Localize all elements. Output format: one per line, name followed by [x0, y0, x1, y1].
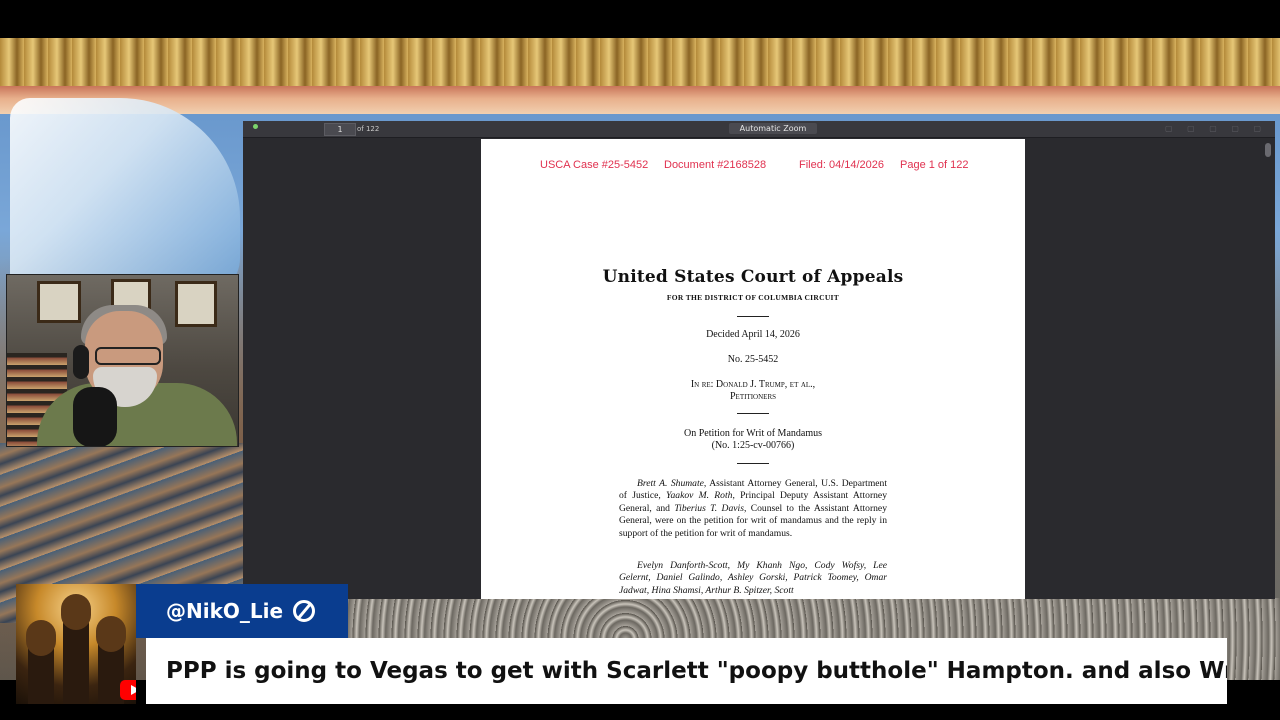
zoom-select[interactable]: Automatic Zoom	[729, 123, 817, 134]
pdf-toolbar: 1 of 122 Automatic Zoom ▢ ▢ ▢ ▢ ▢	[243, 121, 1275, 138]
divider	[737, 413, 769, 414]
wall-frame	[37, 281, 81, 323]
sidebar-toggle-icon[interactable]	[253, 124, 258, 129]
headphones-icon	[73, 345, 89, 379]
counsel-name: Tiberius T. Davis	[674, 502, 744, 514]
webcam-feed	[6, 274, 239, 447]
case-stamp: USCA Case #25-5452	[540, 159, 649, 171]
in-re-line: In re: Donald J. Trump, et al.,	[690, 379, 816, 390]
petition-title: On Petition for Writ of Mandamus	[683, 428, 822, 439]
page-count: of 122	[357, 125, 380, 133]
court-title: United States Court of Appeals	[602, 267, 904, 287]
pdf-viewer: 1 of 122 Automatic Zoom ▢ ▢ ▢ ▢ ▢ USCA C…	[243, 121, 1275, 599]
chat-username-tag: @NikO_Lie	[136, 584, 348, 638]
filed-stamp: Filed: 04/14/2026	[799, 159, 885, 171]
counsel-names: Evelyn Danforth-Scott, My Khanh Ngo, Cod…	[619, 560, 887, 596]
toolbar-tools-icon[interactable]: ▢ ▢ ▢ ▢ ▢	[1165, 124, 1267, 133]
ban-icon	[293, 599, 316, 622]
decided-date: Decided April 14, 2026	[706, 329, 800, 340]
scrollbar[interactable]	[1265, 143, 1271, 157]
divider	[737, 316, 769, 317]
painted-band	[0, 86, 1280, 114]
avatar-hair	[26, 620, 56, 656]
lower-court-number: (No. 1:25-cv-00766)	[711, 440, 795, 451]
pdf-page: USCA Case #25-5452 Document #2168528 Fil…	[481, 139, 1025, 599]
divider	[737, 463, 769, 464]
page-number-input[interactable]: 1	[324, 123, 356, 136]
gilded-frame	[0, 38, 1280, 89]
chat-avatar	[16, 584, 136, 704]
page-stamp: Page 1 of 122	[900, 159, 969, 171]
avatar-hair	[96, 616, 126, 652]
glasses	[95, 347, 161, 365]
document-stamp: Document #2168528	[664, 159, 767, 171]
chat-message: PPP is going to Vegas to get with Scarle…	[146, 638, 1227, 704]
painted-wing	[10, 98, 240, 298]
petitioners-line: Petitioners	[730, 391, 776, 402]
youtube-icon	[120, 680, 136, 700]
microphone-icon	[73, 387, 117, 446]
chat-username: @NikO_Lie	[166, 599, 284, 623]
counsel-paragraph-2: Evelyn Danforth-Scott, My Khanh Ngo, Cod…	[619, 560, 887, 597]
avatar-hair	[61, 594, 91, 630]
circuit-name: FOR THE DISTRICT OF COLUMBIA CIRCUIT	[666, 293, 840, 302]
counsel-paragraph: Brett A. Shumate, Assistant Attorney Gen…	[619, 478, 887, 540]
wall-frame	[175, 281, 217, 327]
counsel-name: Brett A. Shumate	[637, 478, 704, 489]
counsel-name: Yaakov M. Roth	[666, 490, 733, 502]
case-number: No. 25-5452	[727, 354, 779, 365]
